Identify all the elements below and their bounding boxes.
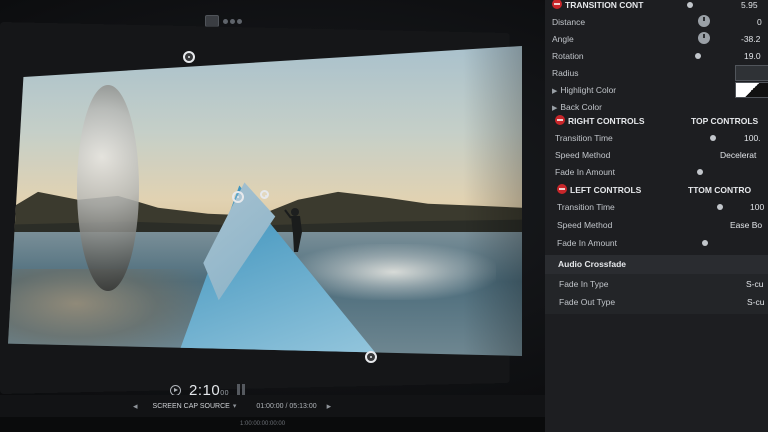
rotation-label: Rotation [552,50,584,61]
angle-value[interactable]: -38.2 [741,34,760,44]
reset-icon[interactable] [557,184,567,194]
left-speed-method-value[interactable]: Ease Bo [730,220,762,230]
transition-handle-bottom[interactable] [365,351,377,363]
left-controls-label: LEFT CONTROLS [570,185,642,195]
app-stage: 2:1000 ◂ SCREEN CAP SOURCE ▾ 01:00:00 / 0… [0,0,768,432]
timeline-strip: 1:00:00:00:00:00 [0,417,545,432]
viewer-edge-shade [463,46,522,356]
angle-row: Angle -38.2 [545,30,768,47]
transition-slider-knob[interactable] [687,2,693,8]
play-icon[interactable] [170,384,181,396]
angle-dial-icon[interactable] [698,32,710,44]
left-transition-time-row: Transition Time 100 [545,198,768,215]
highlight-color-label: ▶ Highlight Color [552,85,616,95]
right-transition-time-value[interactable]: 100. [744,133,761,143]
left-controls-heading: LEFT CONTROLS [557,184,641,195]
audio-crossfade-header[interactable]: Audio Crossfade [545,255,768,274]
distance-dial-icon[interactable] [698,15,710,27]
distance-label: Distance [552,16,586,27]
left-transition-time-value[interactable]: 100 [750,202,764,212]
fade-out-type-value[interactable]: S-cu [747,297,764,307]
left-fade-in-label: Fade In Amount [557,237,618,248]
disclosure-triangle-icon[interactable]: ▶ [552,105,557,112]
fade-out-type-row: Fade Out Type S-cu [545,293,768,310]
transition-handle-center[interactable] [232,191,244,203]
inspector-panel: TRANSITION CONT 5.95 Distance 0 Angle -3… [545,0,768,432]
transition-controls-heading: TRANSITION CONT [552,0,643,10]
highlight-color-swatch[interactable] [735,82,768,98]
rotation-value[interactable]: 19.0 [744,51,761,61]
left-controls-row: LEFT CONTROLS TTOM CONTRO [545,181,768,198]
wakeboarder-figure [284,208,302,252]
right-speed-method-row: Speed Method Decelerat [545,146,768,163]
right-fade-in-label: Fade In Amount [555,166,616,177]
distance-row: Distance 0 [545,13,768,30]
source-label: SCREEN CAP SOURCE [152,403,230,410]
right-transition-time-row: Transition Time 100. [545,129,768,146]
viewer-bottom-bar: ◂ SCREEN CAP SOURCE ▾ 01:00:00 / 05:13:00… [0,395,545,417]
back-color-label: ▶ Back Color [552,102,602,112]
distance-value[interactable]: 0 [757,17,762,27]
right-speed-method-value[interactable]: Decelerat [720,150,756,160]
reset-icon[interactable] [555,115,565,125]
left-speed-method-row: Speed Method Ease Bo [545,216,768,233]
transition-handle-top[interactable] [183,51,195,63]
right-controls-row: RIGHT CONTROLS TOP CONTROLS [545,112,768,129]
radius-swatch[interactable] [735,65,768,81]
highlight-color-text: Highlight Color [560,84,617,95]
transition-controls-label: TRANSITION CONT [565,0,644,10]
rotation-row: Rotation 19.0 [545,47,768,64]
right-transition-time-label: Transition Time [555,132,613,143]
radius-label: Radius [552,67,579,78]
chevron-down-icon: ▾ [232,403,237,410]
sphere-highlight [77,85,139,292]
left-fade-in-slider-knob[interactable] [702,240,708,246]
highlight-color-row: ▶ Highlight Color [545,81,768,98]
rotation-slider-knob[interactable] [695,53,701,59]
right-controls-value[interactable]: TOP CONTROLS [691,116,758,126]
left-transition-slider-knob[interactable] [717,204,723,210]
right-fade-in-slider-knob[interactable] [697,169,703,175]
radius-row: Radius [545,64,768,81]
transition-controls-row: TRANSITION CONT 5.95 [545,0,768,13]
disclosure-triangle-icon[interactable]: ▶ [552,88,557,95]
more-options-icon[interactable] [223,18,242,24]
next-arrow-icon[interactable]: ▸ [327,401,332,412]
previous-arrow-icon[interactable]: ◂ [133,401,138,412]
right-controls-heading: RIGHT CONTROLS [555,115,645,126]
timeline-timecode: 1:00:00:00:00:00 [240,421,286,427]
right-transition-slider-knob[interactable] [710,135,716,141]
left-speed-method-label: Speed Method [557,219,613,230]
fade-in-type-row: Fade In Type S-cu [545,275,768,292]
audio-crossfade-label: Audio Crossfade [558,259,627,269]
back-color-text: Back Color [560,101,602,112]
right-fade-in-row: Fade In Amount [545,163,768,180]
video-viewer[interactable] [8,46,522,356]
source-dropdown[interactable]: SCREEN CAP SOURCE ▾ [153,402,237,410]
left-transition-time-label: Transition Time [557,201,615,212]
fade-out-type-label: Fade Out Type [559,296,616,307]
left-fade-in-row: Fade In Amount [545,234,768,251]
left-controls-value[interactable]: TTOM CONTRO [688,185,751,195]
fade-in-type-value[interactable]: S-cu [746,279,763,289]
transition-value: 5.95 [741,0,758,10]
transition-handle-right[interactable] [260,190,269,199]
right-speed-method-label: Speed Method [555,149,611,160]
angle-label: Angle [552,33,574,44]
reset-icon[interactable] [552,0,562,9]
fade-in-type-label: Fade In Type [559,278,609,289]
viewer-display-icon[interactable] [205,15,219,27]
right-controls-label: RIGHT CONTROLS [568,116,645,126]
duration-readout: 01:00:00 / 05:13:00 [256,402,317,410]
